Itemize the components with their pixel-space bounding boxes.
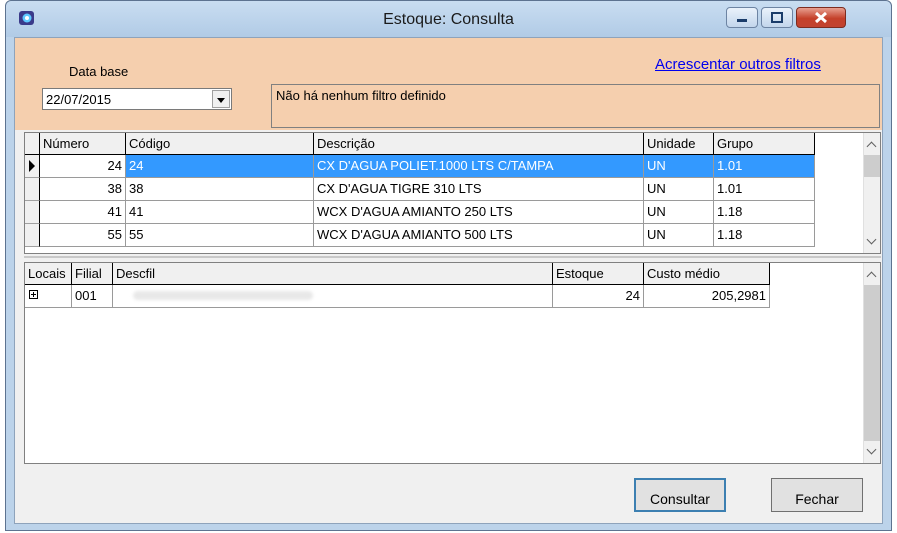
grid-indicator-header xyxy=(25,133,40,155)
cell-descricao[interactable]: CX D'AGUA TIGRE 310 LTS xyxy=(314,178,644,201)
cell-unidade[interactable]: UN xyxy=(644,224,714,247)
date-base-label: Data base xyxy=(69,64,129,79)
col-custo-medio-header[interactable]: Custo médio xyxy=(644,263,770,285)
client-area: Data base 22/07/2015 Acrescentar outros … xyxy=(14,37,883,524)
date-dropdown-button[interactable] xyxy=(212,90,230,108)
cell-grupo[interactable]: 1.18 xyxy=(714,224,815,247)
row-indicator[interactable] xyxy=(25,201,40,224)
cell-numero[interactable]: 24 xyxy=(40,155,126,178)
cell-unidade[interactable]: UN xyxy=(644,155,714,178)
add-filters-link[interactable]: Acrescentar outros filtros xyxy=(655,56,821,73)
filter-panel: Data base 22/07/2015 Acrescentar outros … xyxy=(15,38,882,130)
cell-locais[interactable] xyxy=(25,285,72,308)
window-title: Estoque: Consulta xyxy=(383,11,514,28)
cell-codigo[interactable]: 55 xyxy=(126,224,314,247)
col-unidade-header[interactable]: Unidade xyxy=(644,133,714,155)
cell-codigo[interactable]: 41 xyxy=(126,201,314,224)
date-base-value: 22/07/2015 xyxy=(46,92,112,107)
close-button[interactable] xyxy=(796,7,846,28)
row-pointer-icon xyxy=(29,160,35,172)
col-numero-header[interactable]: Número xyxy=(40,133,126,155)
cell-grupo[interactable]: 1.01 xyxy=(714,155,815,178)
cell-numero[interactable]: 38 xyxy=(40,178,126,201)
scroll-down-icon[interactable] xyxy=(866,444,877,455)
date-base-combo[interactable]: 22/07/2015 xyxy=(42,88,232,110)
row-indicator[interactable] xyxy=(25,155,40,178)
maximize-button[interactable] xyxy=(761,7,793,28)
title-bar[interactable]: Estoque: Consulta xyxy=(6,1,891,37)
expand-plus-icon[interactable] xyxy=(29,290,38,299)
cell-codigo[interactable]: 24 xyxy=(126,155,314,178)
scroll-thumb[interactable] xyxy=(864,155,880,177)
chevron-down-icon xyxy=(217,98,225,103)
col-locais-header[interactable]: Locais xyxy=(25,263,72,285)
window: Estoque: Consulta Data base 22/07/2015 A… xyxy=(5,0,892,531)
redacted-text xyxy=(133,291,313,300)
cell-estoque[interactable]: 24 xyxy=(553,285,644,308)
cell-filial[interactable]: 001 xyxy=(72,285,113,308)
stock-grid[interactable]: Locais Filial Descfil Estoque Custo médi… xyxy=(24,262,881,464)
cell-numero[interactable]: 41 xyxy=(40,201,126,224)
scroll-up-icon[interactable] xyxy=(866,271,877,282)
col-descfil-header[interactable]: Descfil xyxy=(113,263,553,285)
scroll-thumb[interactable] xyxy=(864,285,880,441)
cell-unidade[interactable]: UN xyxy=(644,178,714,201)
cell-grupo[interactable]: 1.18 xyxy=(714,201,815,224)
cell-custo-medio[interactable]: 205,2981 xyxy=(644,285,770,308)
filter-status-text: Não há nenhum filtro definido xyxy=(276,88,446,103)
cell-numero[interactable]: 55 xyxy=(40,224,126,247)
cell-descricao[interactable]: WCX D'AGUA AMIANTO 250 LTS xyxy=(314,201,644,224)
minimize-button[interactable] xyxy=(726,7,758,28)
products-grid[interactable]: Número Código Descrição Unidade Grupo 24… xyxy=(24,132,881,254)
col-estoque-header[interactable]: Estoque xyxy=(553,263,644,285)
grid-splitter[interactable] xyxy=(24,256,881,259)
row-indicator[interactable] xyxy=(25,224,40,247)
scroll-up-icon[interactable] xyxy=(866,141,877,152)
filter-status-box: Não há nenhum filtro definido xyxy=(271,84,880,128)
fechar-button[interactable]: Fechar xyxy=(771,478,863,512)
scroll-down-icon[interactable] xyxy=(866,234,877,245)
row-indicator[interactable] xyxy=(25,178,40,201)
col-codigo-header[interactable]: Código xyxy=(126,133,314,155)
col-descricao-header[interactable]: Descrição xyxy=(314,133,644,155)
consultar-button[interactable]: Consultar xyxy=(634,478,726,512)
products-scrollbar[interactable] xyxy=(863,133,880,253)
close-icon xyxy=(814,11,828,24)
col-filial-header[interactable]: Filial xyxy=(72,263,113,285)
col-grupo-header[interactable]: Grupo xyxy=(714,133,815,155)
stock-scrollbar[interactable] xyxy=(863,263,880,463)
minimize-icon xyxy=(737,19,747,22)
cell-descricao[interactable]: WCX D'AGUA AMIANTO 500 LTS xyxy=(314,224,644,247)
maximize-icon xyxy=(771,12,783,23)
cell-unidade[interactable]: UN xyxy=(644,201,714,224)
cell-grupo[interactable]: 1.01 xyxy=(714,178,815,201)
cell-descfil[interactable] xyxy=(113,285,553,308)
cell-descricao[interactable]: CX D'AGUA POLIET.1000 LTS C/TAMPA xyxy=(314,155,644,178)
cell-codigo[interactable]: 38 xyxy=(126,178,314,201)
